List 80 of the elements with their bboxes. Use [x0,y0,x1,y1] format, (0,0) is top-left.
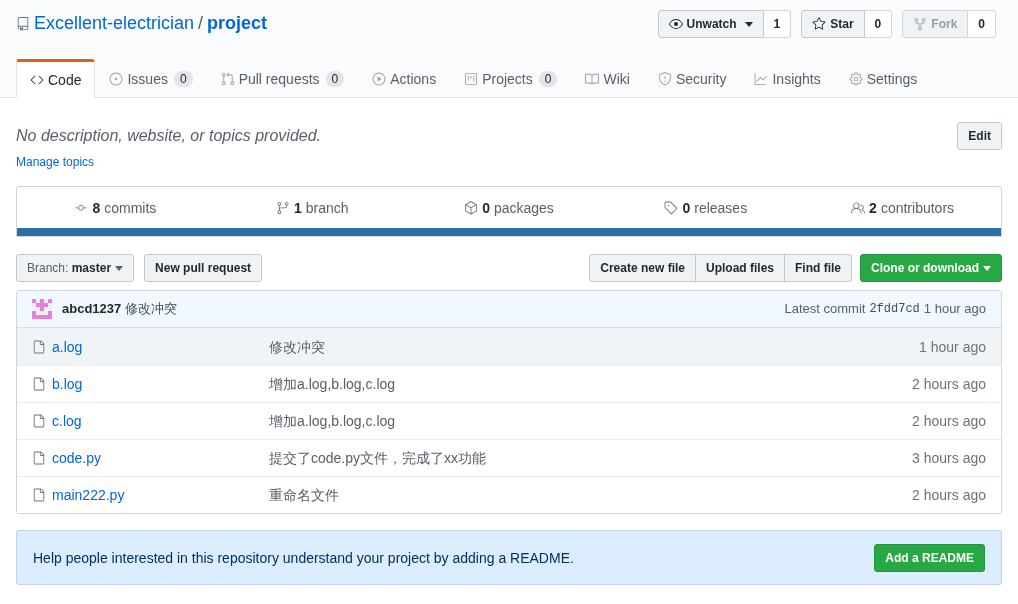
repo-tab[interactable]: Projects 0 [450,59,572,98]
file-action-button[interactable]: Find file [785,254,852,282]
file-commit-time: 2 hours ago [912,486,986,505]
file-commit-message[interactable]: 提交了code.py文件，完成了xx功能 [269,448,913,468]
file-commit-message[interactable]: 修改冲突 [269,336,920,357]
star-icon [812,17,827,31]
tab-counter: 0 [325,70,345,87]
tab-counter: 0 [173,70,193,87]
fork-icon [913,17,928,31]
repo-tab[interactable]: Insights [740,59,835,98]
repo-tab[interactable]: Settings [834,59,932,98]
file-action-button[interactable]: Upload files [696,254,785,282]
branch-select[interactable]: Branch: master [16,254,135,282]
caret-icon [115,265,124,271]
commit-time: 1 hour ago [923,299,986,318]
project-board-icon [464,71,479,86]
people-icon [851,200,866,215]
tag-icon [664,200,679,215]
social-count: 0 [864,10,893,38]
repo-description: No description, website, or topics provided. [16,126,322,146]
commit-author[interactable]: abcd1237 [62,299,122,319]
file-icon [32,339,46,354]
file-commit-message[interactable]: 增加a.log,b.log,c.log [269,374,913,394]
file-commit-time: 1 hour ago [919,337,986,357]
repo-tab[interactable]: Issues 0 [95,59,207,98]
path-separator: / [198,12,204,36]
pull-request-icon [220,71,235,86]
manage-topics-link[interactable]: Manage topics [16,154,1002,170]
repo-tab[interactable]: Wiki [571,59,644,98]
watch-button[interactable]: Unwatch [657,10,764,38]
new-pull-request-button[interactable]: New pull request [144,254,263,282]
file-name-link[interactable]: code.py [52,448,269,468]
book-icon [585,71,600,86]
package-icon [464,200,479,215]
file-name-link[interactable]: b.log [52,374,269,394]
file-action-button[interactable]: Create new file [589,254,696,282]
readme-notice-text: Help people interested in this repository understand your project by adding a README. [33,548,574,568]
shield-icon [657,71,672,86]
commit-message[interactable]: 修改冲突 [125,299,178,319]
file-name-link[interactable]: main222.py [52,485,269,505]
social-count: 1 [763,10,792,38]
repo-name-link[interactable]: project [207,11,268,37]
branch-icon [275,200,290,215]
file-icon [32,377,46,391]
file-commit-message[interactable]: 增加a.log,b.log,c.log [269,411,913,431]
issue-icon [109,71,124,86]
stat-link[interactable]: 1 branch [275,197,349,218]
stat-link[interactable]: 0 releases [664,197,748,218]
eye-icon [668,17,683,31]
stat-link[interactable]: 0 packages [464,197,554,218]
settings-icon [848,71,863,86]
play-icon [372,71,387,86]
file-icon [32,451,46,465]
file-commit-time: 2 hours ago [912,375,986,394]
file-commit-time: 2 hours ago [912,412,986,431]
edit-button[interactable]: Edit [957,122,1002,150]
star-button[interactable]: Star [801,10,865,38]
stat-link[interactable]: 8 commits [74,197,157,218]
repo-tab[interactable]: Code [16,59,96,98]
file-commit-message[interactable]: 重命名文件 [269,485,913,505]
social-count: 0 [968,10,996,38]
repo-tab[interactable]: Pull requests 0 [206,59,359,98]
commit-sha[interactable]: 2fdd7cd [869,301,920,317]
file-icon [32,488,46,502]
latest-commit-label: Latest commit [784,299,866,318]
stat-link[interactable]: 2 contributors [851,197,955,218]
repo-icon [16,17,30,31]
file-icon [32,414,46,428]
owner-link[interactable]: Excellent-electrician [34,11,195,37]
caret-icon [983,265,991,271]
caret-icon [744,21,753,27]
file-commit-time: 3 hours ago [912,449,986,468]
repo-tab[interactable]: Security [643,59,741,98]
file-row[interactable]: a.log 修改冲突 1 hour ago [17,328,1001,365]
tab-counter: 0 [538,70,558,87]
file-row[interactable]: main222.py 重命名文件 2 hours ago [17,476,1001,513]
repo-tab[interactable]: Actions [358,59,451,98]
file-name-link[interactable]: a.log [52,336,269,357]
avatar-icon [32,299,52,319]
file-name-link[interactable]: c.log [52,411,269,431]
